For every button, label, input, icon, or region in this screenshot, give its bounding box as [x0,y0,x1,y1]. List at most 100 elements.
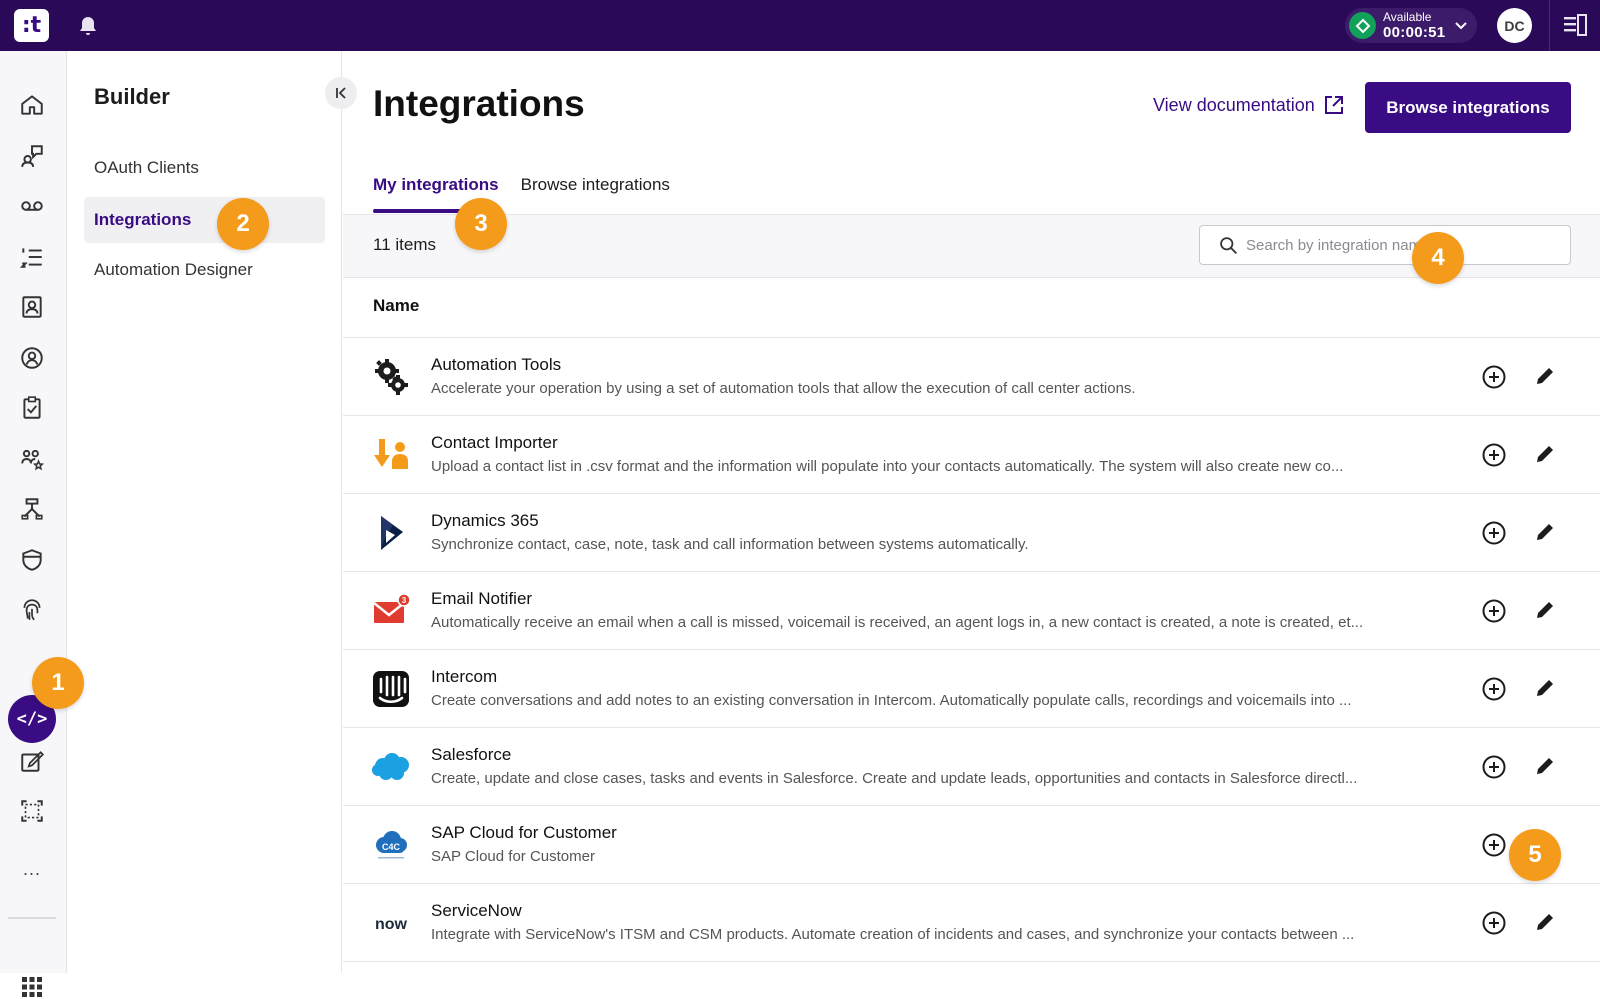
integration-description: Create conversations and add notes to an… [431,692,1352,709]
bell-icon[interactable] [76,14,100,38]
item-count: 11 items [373,235,436,254]
external-link-icon [1324,96,1343,114]
annotation-badge: 5 [1509,829,1561,881]
salesforce-icon [370,746,412,788]
integration-description: Create, update and close cases, tasks an… [431,770,1358,787]
routing-icon[interactable] [14,491,50,527]
pencil-icon[interactable] [1533,598,1557,622]
pencil-icon[interactable] [1533,754,1557,778]
email-notifier-icon: 3 [370,590,412,632]
search-input[interactable] [1246,226,1546,264]
search-box[interactable] [1199,225,1571,265]
add-circle-icon[interactable] [1481,364,1507,390]
shield-icon[interactable] [14,542,50,578]
table-row[interactable]: Intercom Create conversations and add no… [343,650,1600,728]
sap-icon: C4C [370,824,412,866]
pencil-icon[interactable] [1533,442,1557,466]
contact-importer-icon [370,434,412,476]
integration-description: Integrate with ServiceNow's ITSM and CSM… [431,926,1355,943]
add-circle-icon[interactable] [1481,910,1507,936]
integration-description: SAP Cloud for Customer [431,848,595,865]
annotation-badge: 1 [32,657,84,709]
add-circle-icon[interactable] [1481,520,1507,546]
add-circle-icon[interactable] [1481,442,1507,468]
add-circle-icon[interactable] [1481,676,1507,702]
dynamics-icon [370,512,412,554]
table-row[interactable]: Salesforce Create, update and close case… [343,728,1600,806]
user-avatar[interactable]: DC [1497,8,1532,43]
search-icon [1220,237,1238,255]
sidebar-item-automation-designer[interactable]: Automation Designer [84,247,325,293]
sap-logo-text: C4C [382,842,401,852]
voicemail-icon[interactable] [14,188,50,224]
add-circle-icon[interactable] [1481,598,1507,624]
table-row[interactable]: Contact Importer Upload a contact list i… [343,416,1600,494]
sidebar-item-integrations[interactable]: Integrations [84,197,325,243]
team-icon[interactable] [14,441,50,477]
builder-sidebar: Builder OAuth Clients Integrations Autom… [67,51,357,973]
agent-status-selector[interactable]: Available 00:00:51 [1345,8,1477,43]
annotation-badge: 3 [455,198,507,250]
screen-icon[interactable] [14,793,50,829]
integrations-list: Automation Tools Accelerate your operati… [343,338,1600,962]
page-title: Integrations [373,83,585,124]
home-icon[interactable] [14,87,50,123]
list-icon[interactable] [14,239,50,275]
integration-name: Salesforce [431,745,512,764]
tab-bar: My integrations Browse integrations [373,175,670,213]
agent-icon[interactable] [14,340,50,376]
annotation-badge: 2 [217,198,269,250]
integration-name: SAP Cloud for Customer [431,823,617,842]
more-menu[interactable]: ... [14,859,50,880]
pencil-icon[interactable] [1533,910,1557,934]
view-documentation-label: View documentation [1153,94,1315,115]
chat-icon[interactable] [14,138,50,174]
integration-description: Automatically receive an email when a ca… [431,614,1364,631]
app-logo[interactable]: :t [14,9,49,42]
browse-integrations-button[interactable]: Browse integrations [1365,82,1571,133]
top-bar: :t Available 00:00:51 DC [0,0,1600,51]
table-row[interactable]: now ServiceNow Integrate with ServiceNow… [343,884,1600,962]
column-header-name[interactable]: Name [373,296,419,316]
status-label: Available [1383,10,1432,24]
edit-icon[interactable] [14,743,50,779]
integration-description: Synchronize contact, case, note, task an… [431,536,1029,553]
fingerprint-icon[interactable] [14,592,50,628]
apps-grid-icon[interactable] [20,975,44,999]
integration-description: Accelerate your operation by using a set… [431,380,1136,397]
gears-icon [370,356,412,398]
view-documentation-link[interactable]: View documentation [1153,94,1345,116]
tab-browse-integrations[interactable]: Browse integrations [521,175,670,213]
clipboard-icon[interactable] [14,390,50,426]
integration-name: ServiceNow [431,901,522,920]
rail-divider [8,917,56,919]
pencil-icon[interactable] [1533,676,1557,700]
intercom-icon [370,668,412,710]
pencil-icon[interactable] [1533,364,1557,388]
status-timer: 00:00:51 [1383,24,1446,41]
contacts-icon[interactable] [14,289,50,325]
servicenow-icon: now [370,902,412,944]
pencil-icon[interactable] [1533,520,1557,544]
integration-name: Email Notifier [431,589,533,608]
table-row[interactable]: 3 Email Notifier Automatically receive a… [343,572,1600,650]
side-panel-icon[interactable] [1563,14,1587,36]
sidebar-title: Builder [94,84,170,109]
integration-name: Contact Importer [431,433,558,452]
table-row[interactable]: Dynamics 365 Synchronize contact, case, … [343,494,1600,572]
main-content: Integrations View documentation Browse i… [343,51,1600,973]
collapse-sidebar-button[interactable] [325,77,357,109]
email-count-badge: 3 [402,596,407,605]
table-row[interactable]: Automation Tools Accelerate your operati… [343,338,1600,416]
servicenow-logo-text: now [375,916,408,933]
integration-description: Upload a contact list in .csv format and… [431,458,1344,475]
add-circle-icon[interactable] [1481,832,1507,858]
collapse-left-icon [336,87,346,99]
chevron-down-icon [1455,22,1467,30]
table-row[interactable]: C4C SAP Cloud for Customer SAP Cloud for… [343,806,1600,884]
left-rail: </> ... [0,51,67,997]
sidebar-item-oauth-clients[interactable]: OAuth Clients [84,145,325,191]
add-circle-icon[interactable] [1481,754,1507,780]
annotation-badge: 4 [1412,232,1464,284]
topbar-divider [1549,0,1550,51]
